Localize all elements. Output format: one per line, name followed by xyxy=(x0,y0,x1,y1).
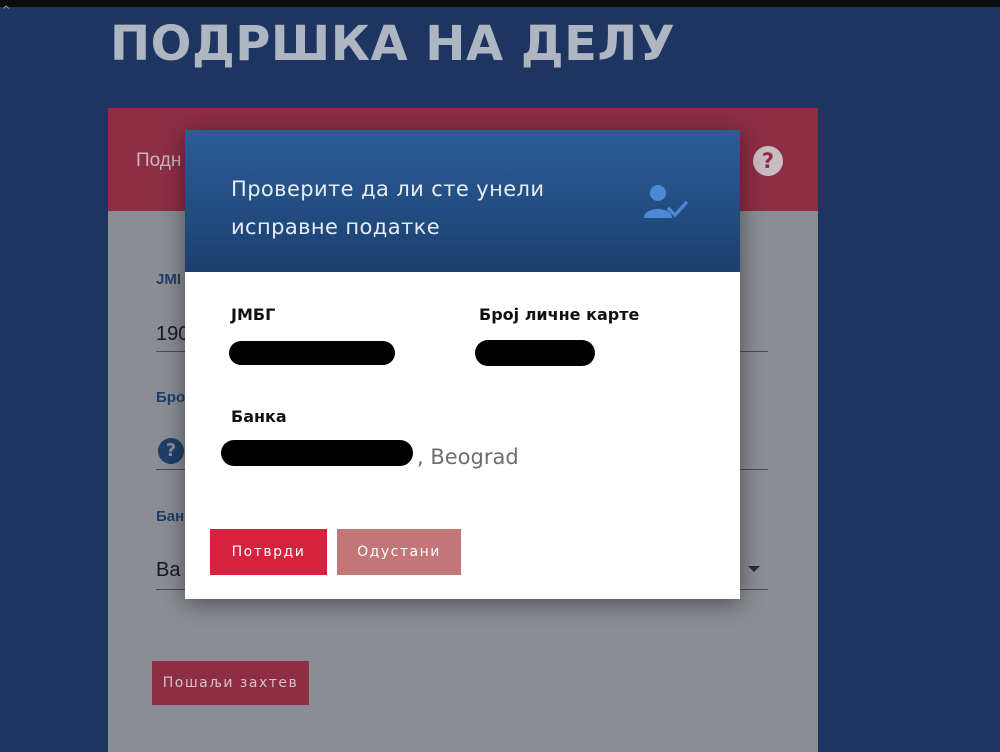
user-check-icon xyxy=(644,185,688,218)
cancel-button[interactable]: Одустани xyxy=(337,529,461,575)
bank-value: , Beograd xyxy=(417,445,519,469)
bank-label: Банка xyxy=(231,407,287,426)
id-card-field-label: Бро xyxy=(156,389,186,406)
modal-header: Проверите да ли сте унели исправне подат… xyxy=(185,130,740,272)
modal-title-line-2: исправне податке xyxy=(231,215,441,239)
bank-field-label: Бан xyxy=(156,508,185,525)
confirm-data-modal: Проверите да ли сте унели исправне подат… xyxy=(185,130,740,599)
modal-title-line-1: Проверите да ли сте унели xyxy=(231,177,545,201)
redacted-bank-name xyxy=(221,440,413,466)
send-request-button[interactable]: Пошаљи захтев xyxy=(152,661,309,705)
chevron-down-icon[interactable] xyxy=(748,566,760,572)
page-title: ПОДРШКА НА ДЕЛУ xyxy=(110,16,676,72)
help-icon[interactable]: ? xyxy=(753,146,783,176)
browser-top-strip xyxy=(0,0,1000,7)
modal-title: Проверите да ли сте унели исправне подат… xyxy=(231,170,611,246)
bank-select-value[interactable]: Ва xyxy=(156,559,180,582)
redacted-jmbg-value xyxy=(229,341,395,365)
question-circle-icon[interactable]: ? xyxy=(158,438,184,464)
jmbg-label: ЈМБГ xyxy=(231,305,276,324)
id-card-number-label: Број личне карте xyxy=(479,305,640,324)
form-header-label: Подн xyxy=(136,150,182,171)
jmbg-field-label: JMI xyxy=(156,271,182,288)
confirm-button[interactable]: Потврди xyxy=(210,529,327,575)
redacted-id-card-value xyxy=(475,340,595,366)
caret-up-icon: ^ xyxy=(2,5,11,16)
